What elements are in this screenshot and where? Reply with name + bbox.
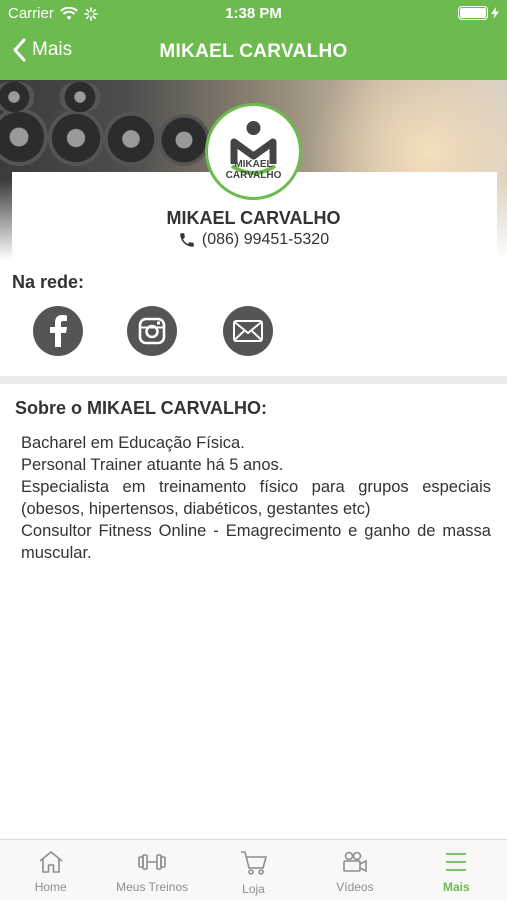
battery-indicator: [458, 6, 499, 20]
instagram-icon: [138, 317, 166, 345]
video-camera-icon: [343, 851, 367, 873]
about-title: Sobre o MIKAEL CARVALHO:: [15, 398, 268, 418]
dumbbell-icon: [138, 854, 166, 870]
tab-meus-treinos[interactable]: Meus Treinos: [101, 840, 202, 900]
page-title: MIKAEL CARVALHO: [159, 41, 348, 62]
cart-icon: [240, 851, 267, 875]
status-time: 1:38 PM: [225, 5, 282, 22]
phone-number: (086) 99451-5320: [201, 231, 330, 248]
tab-loja[interactable]: Loja: [203, 840, 304, 900]
tab-mais[interactable]: Mais: [406, 840, 507, 900]
top-bar: Carrier 1:38 PM Mais MIKAEL CARVALHO: [0, 0, 507, 80]
phone-link[interactable]: (086) 99451-5320: [0, 231, 507, 249]
tab-videos[interactable]: Vídeos: [304, 840, 405, 900]
about-text: Bacharel em Educação Física. Personal Tr…: [21, 432, 491, 564]
facebook-icon: [50, 315, 67, 347]
trainer-logo: MIKAEL CARVALHO: [205, 103, 302, 200]
tab-label: Home: [34, 880, 67, 894]
email-button[interactable]: [223, 306, 273, 356]
tab-label: Loja: [242, 882, 265, 896]
logo-text: MIKAEL CARVALHO: [225, 159, 282, 181]
phone-icon: [180, 233, 194, 247]
section-divider: [0, 376, 507, 384]
home-icon: [39, 851, 63, 873]
battery-icon: [458, 6, 488, 20]
mail-icon: [233, 320, 263, 342]
about-line: Consultor Fitness Online - Emagrecimento…: [21, 522, 491, 562]
about-line: Personal Trainer atuante há 5 anos.: [21, 456, 284, 474]
trainer-logo-mark: [230, 121, 277, 175]
tab-label: Vídeos: [336, 880, 374, 894]
status-bar: Carrier 1:38 PM: [0, 0, 507, 28]
charging-bolt-icon: [491, 7, 499, 19]
social-section: Na rede:: [0, 262, 507, 376]
about-line: Especialista em treinamento físico para …: [21, 478, 491, 518]
trainer-name: MIKAEL CARVALHO: [166, 208, 341, 228]
menu-icon: [446, 853, 467, 871]
tab-label: Meus Treinos: [116, 880, 189, 894]
instagram-button[interactable]: [127, 306, 177, 356]
tab-bar: Home Meus Treinos Loja Vídeos Mais: [0, 839, 507, 900]
about-line: Bacharel em Educação Física.: [21, 434, 245, 452]
social-title: Na rede:: [12, 272, 85, 292]
tab-label: Mais: [442, 880, 470, 894]
facebook-button[interactable]: [33, 306, 83, 356]
tab-home[interactable]: Home: [0, 840, 101, 900]
navigation-bar: Mais MIKAEL CARVALHO: [0, 28, 507, 80]
